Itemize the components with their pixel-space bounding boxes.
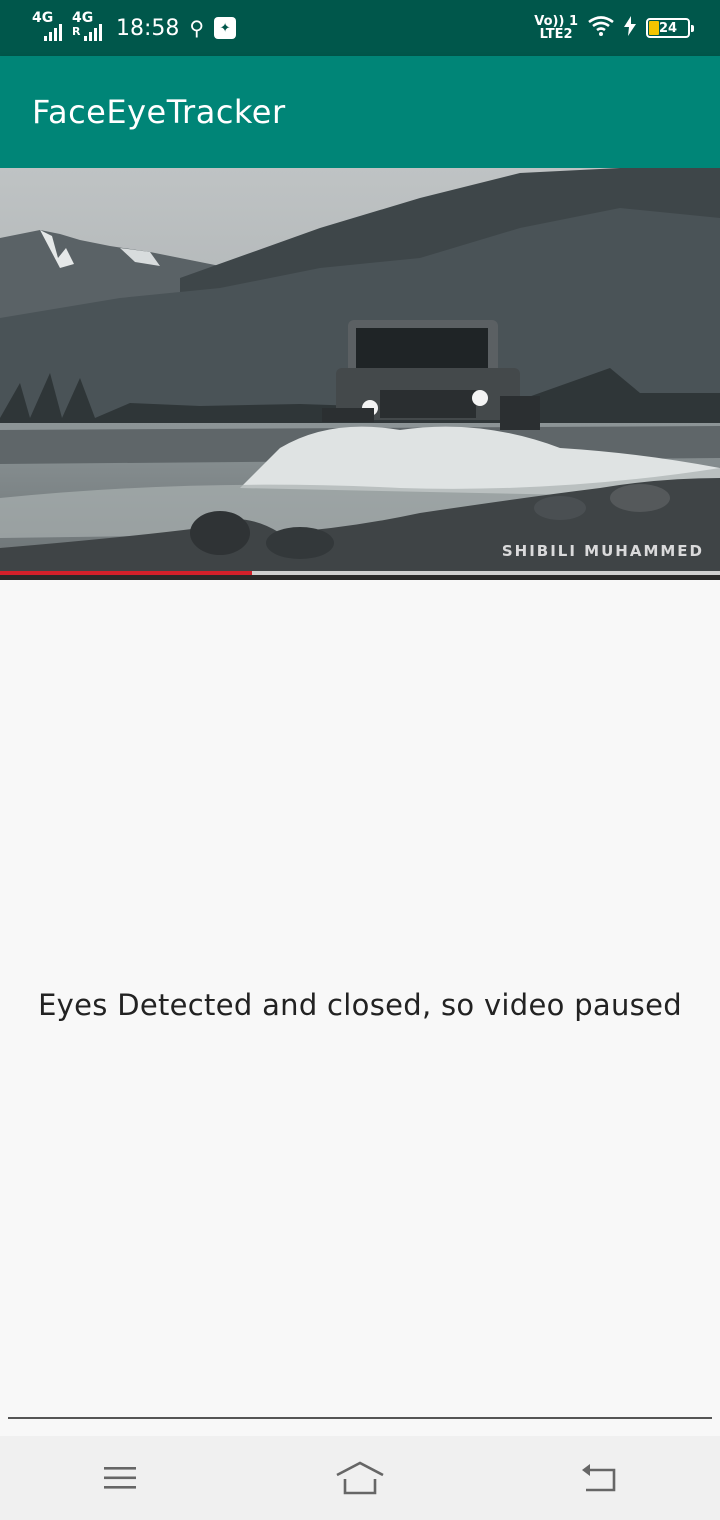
battery-icon: 24 <box>646 18 694 38</box>
video-played-bar <box>0 571 252 575</box>
back-icon <box>582 1464 616 1492</box>
signal-sim1-icon: 4G <box>32 10 62 43</box>
network-type-2: 4G <box>72 10 94 26</box>
app-notification-icon: ✦ <box>214 17 237 39</box>
wifi-icon <box>588 16 614 40</box>
volte-bottom-label: LTE2 <box>539 27 573 42</box>
video-player[interactable]: SHIBILI MUHAMMED <box>0 168 720 580</box>
app-bar: FaceEyeTracker <box>0 56 720 168</box>
menu-button[interactable] <box>80 1448 160 1508</box>
status-bar: 4G 4G R 18:58 ⚲ ✦ Vo)) 1 LTE2 24 <box>0 0 720 56</box>
signal-sim2-icon: 4G R <box>72 10 102 43</box>
status-clock: 18:58 <box>116 15 180 41</box>
roaming-indicator: R <box>72 25 81 38</box>
charging-icon <box>624 16 636 40</box>
back-button[interactable] <box>560 1448 640 1508</box>
eye-status-message: Eyes Detected and closed, so video pause… <box>38 988 682 1022</box>
status-right: Vo)) 1 LTE2 24 <box>534 15 694 41</box>
navigation-bar <box>0 1436 720 1520</box>
volte-indicator: Vo)) 1 LTE2 <box>534 15 578 41</box>
menu-icon <box>104 1467 136 1489</box>
video-frame-image <box>0 168 720 580</box>
network-type-1: 4G <box>32 10 54 26</box>
video-progress-bar[interactable] <box>0 571 720 580</box>
bottom-divider <box>8 1417 712 1419</box>
video-watermark: SHIBILI MUHAMMED <box>501 542 704 560</box>
status-left: 4G 4G R 18:58 ⚲ ✦ <box>32 10 237 43</box>
battery-percent: 24 <box>658 20 678 36</box>
home-icon <box>336 1461 384 1495</box>
app-title: FaceEyeTracker <box>32 93 286 131</box>
home-button[interactable] <box>320 1448 400 1508</box>
battery-fill <box>649 21 659 35</box>
usb-icon: ⚲ <box>189 16 205 40</box>
